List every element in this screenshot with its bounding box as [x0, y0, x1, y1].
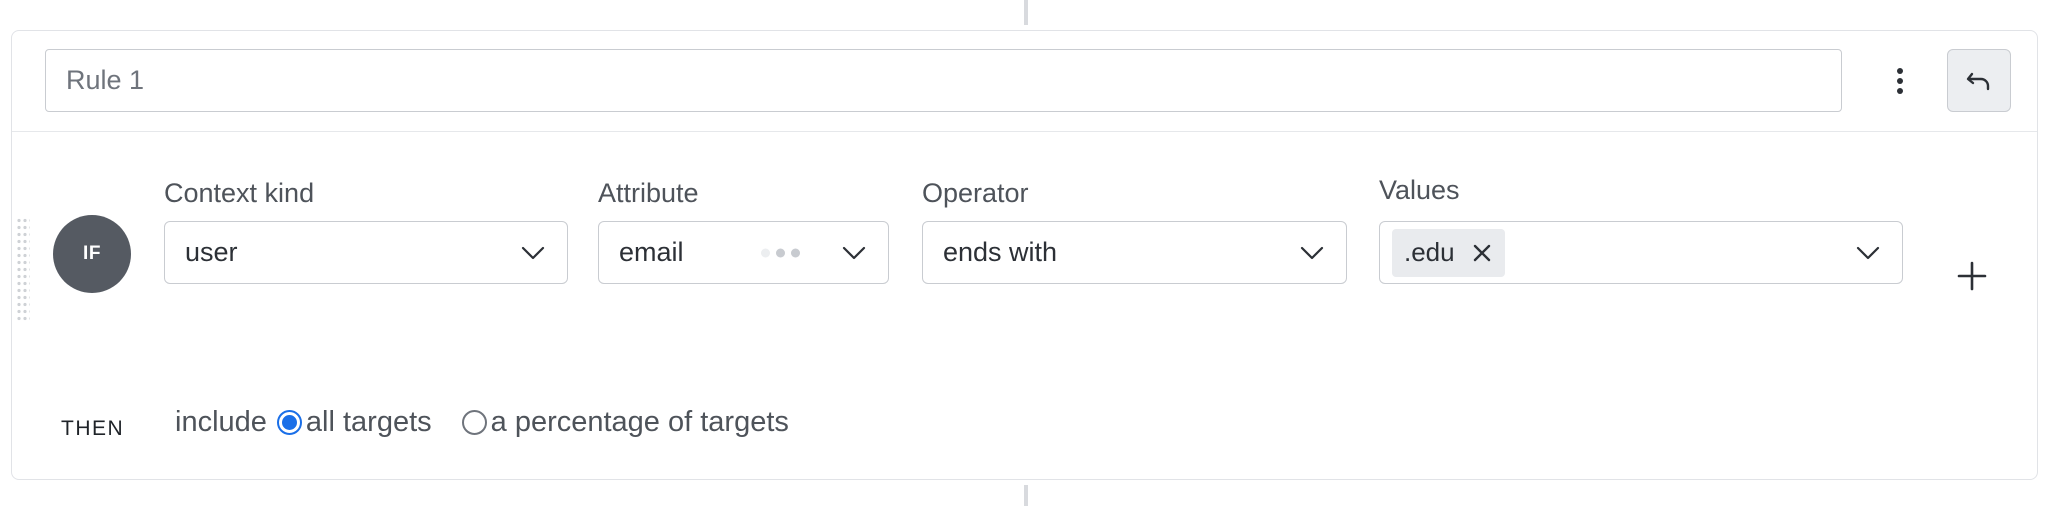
all-targets-radio[interactable]	[276, 410, 302, 435]
values-select[interactable]: .edu	[1379, 221, 1903, 284]
undo-button[interactable]	[1947, 49, 2011, 112]
close-icon	[1473, 244, 1490, 261]
value-chip-label: .edu	[1404, 237, 1455, 267]
operator-value: ends with	[943, 237, 1058, 267]
all-targets-label[interactable]: all targets	[306, 406, 432, 439]
operator-select[interactable]: ends with	[922, 221, 1347, 284]
add-clause-button[interactable]	[1952, 256, 1992, 296]
chevron-down-icon	[1856, 246, 1880, 259]
drag-handle[interactable]	[16, 217, 30, 321]
operator-label: Operator	[922, 178, 1029, 208]
chevron-down-icon	[842, 246, 866, 259]
rule-name-input[interactable]	[45, 49, 1842, 112]
rule-header	[12, 31, 2037, 132]
values-label: Values	[1379, 175, 1460, 205]
connector-line-bottom	[1024, 485, 1028, 506]
attribute-select[interactable]: email	[598, 221, 889, 284]
serve-options: include all targets a percentage of targ…	[175, 406, 789, 439]
attribute-value: email	[619, 237, 684, 267]
then-label: THEN	[61, 417, 125, 440]
chevron-down-icon	[1300, 246, 1324, 259]
more-options-button[interactable]	[1870, 51, 1930, 111]
plus-icon	[1957, 261, 1987, 291]
include-text: include	[175, 406, 267, 438]
value-chip: .edu	[1392, 228, 1505, 277]
context-kind-select[interactable]: user	[164, 221, 568, 284]
if-badge: IF	[53, 215, 131, 293]
loading-indicator	[761, 248, 800, 257]
undo-icon	[1966, 72, 1990, 90]
context-kind-label: Context kind	[164, 178, 315, 208]
attribute-label: Attribute	[598, 178, 699, 208]
connector-line-top	[1024, 0, 1028, 25]
context-kind-value: user	[185, 237, 238, 267]
chevron-down-icon	[521, 246, 545, 259]
rule-card: IF Context kind user Attribute email Ope…	[11, 30, 2038, 480]
more-vertical-icon	[1897, 68, 1903, 94]
remove-chip-button[interactable]	[1471, 242, 1493, 264]
percentage-targets-radio[interactable]	[461, 410, 487, 435]
percentage-targets-label[interactable]: a percentage of targets	[491, 406, 789, 439]
